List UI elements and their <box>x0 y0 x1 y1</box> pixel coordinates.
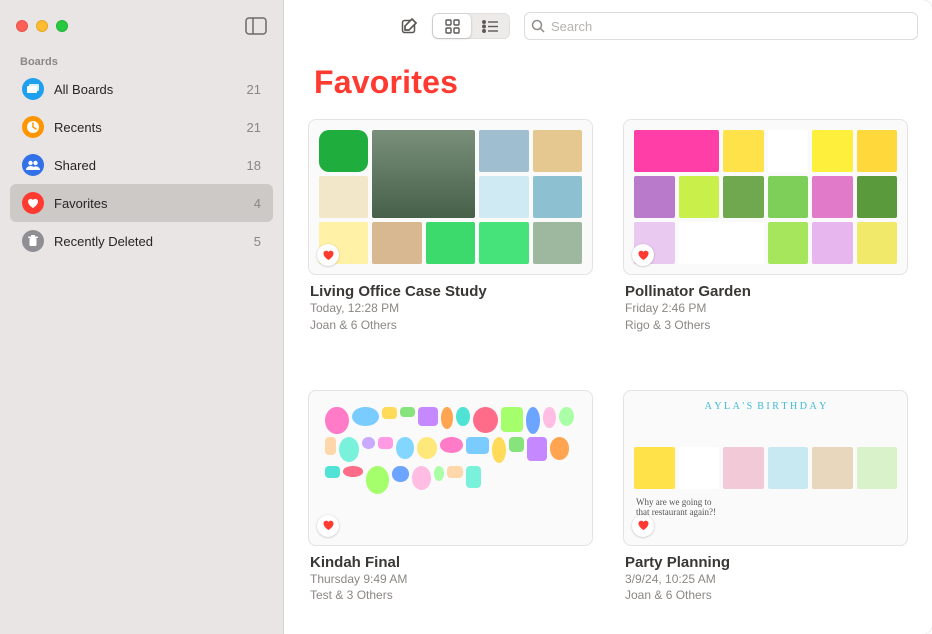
board-title: Kindah Final <box>310 554 591 571</box>
search-input[interactable] <box>551 19 911 34</box>
heart-icon <box>637 249 650 262</box>
board-title: Pollinator Garden <box>625 283 906 300</box>
board-card: Kindah Final Thursday 9:49 AM Test & 3 O… <box>308 390 593 605</box>
board-meta: Kindah Final Thursday 9:49 AM Test & 3 O… <box>308 546 593 605</box>
compose-button[interactable] <box>392 13 426 39</box>
zoom-window-button[interactable] <box>56 20 68 32</box>
sidebar-item-label: Shared <box>54 158 237 173</box>
board-thumbnail[interactable] <box>308 119 593 275</box>
heart-icon <box>322 519 335 532</box>
sidebar-item-shared[interactable]: Shared 18 <box>10 146 273 184</box>
sidebar-item-all-boards[interactable]: All Boards 21 <box>10 70 273 108</box>
sidebar-item-count: 21 <box>247 82 261 97</box>
close-window-button[interactable] <box>16 20 28 32</box>
shared-icon <box>22 154 44 176</box>
board-card: Living Office Case Study Today, 12:28 PM… <box>308 119 593 334</box>
sidebar-item-count: 4 <box>254 196 261 211</box>
board-title: Living Office Case Study <box>310 283 591 300</box>
board-date: Thursday 9:49 AM <box>310 571 591 588</box>
board-thumbnail[interactable] <box>308 390 593 546</box>
board-meta: Pollinator Garden Friday 2:46 PM Rigo & … <box>623 275 908 334</box>
sidebar-item-count: 5 <box>254 234 261 249</box>
favorite-badge[interactable] <box>632 515 654 537</box>
board-card: A Y L A ' S B I R T H D A Y Why are we g… <box>623 390 908 605</box>
board-people: Joan & 6 Others <box>310 317 591 334</box>
board-thumbnail[interactable] <box>623 119 908 275</box>
sidebar-item-favorites[interactable]: Favorites 4 <box>10 184 273 222</box>
board-card: Pollinator Garden Friday 2:46 PM Rigo & … <box>623 119 908 334</box>
sidebar-nav: All Boards 21 Recents 21 Shared 18 Favor… <box>0 70 283 260</box>
favorites-icon <box>22 192 44 214</box>
favorite-badge[interactable] <box>317 515 339 537</box>
heart-icon <box>637 519 650 532</box>
list-view-button[interactable] <box>471 14 509 38</box>
sidebar-item-label: All Boards <box>54 82 237 97</box>
grid-view-button[interactable] <box>433 14 471 38</box>
heart-icon <box>322 249 335 262</box>
view-mode-segment <box>432 13 510 39</box>
window-titlebar <box>0 0 283 52</box>
minimize-window-button[interactable] <box>36 20 48 32</box>
favorite-badge[interactable] <box>632 244 654 266</box>
board-meta: Party Planning 3/9/24, 10:25 AM Joan & 6… <box>623 546 908 605</box>
search-icon <box>531 19 545 33</box>
board-grid: Living Office Case Study Today, 12:28 PM… <box>308 119 908 604</box>
board-meta: Living Office Case Study Today, 12:28 PM… <box>308 275 593 334</box>
page-title: Favorites <box>308 52 908 119</box>
board-people: Rigo & 3 Others <box>625 317 906 334</box>
board-people: Joan & 6 Others <box>625 587 906 604</box>
board-date: 3/9/24, 10:25 AM <box>625 571 906 588</box>
sidebar-item-recents[interactable]: Recents 21 <box>10 108 273 146</box>
sidebar-item-label: Recents <box>54 120 237 135</box>
toolbar <box>284 0 932 52</box>
sidebar-item-deleted[interactable]: Recently Deleted 5 <box>10 222 273 260</box>
board-title: Party Planning <box>625 554 906 571</box>
deleted-icon <box>22 230 44 252</box>
board-date: Today, 12:28 PM <box>310 300 591 317</box>
main-panel: Favorites Living Office Case Study Today… <box>284 0 932 634</box>
sidebar-item-count: 21 <box>247 120 261 135</box>
board-thumbnail[interactable]: A Y L A ' S B I R T H D A Y Why are we g… <box>623 390 908 546</box>
all-boards-icon <box>22 78 44 100</box>
sidebar-item-label: Recently Deleted <box>54 234 244 249</box>
sidebar-item-count: 18 <box>247 158 261 173</box>
favorite-badge[interactable] <box>317 244 339 266</box>
board-date: Friday 2:46 PM <box>625 300 906 317</box>
board-people: Test & 3 Others <box>310 587 591 604</box>
recents-icon <box>22 116 44 138</box>
sidebar: Boards All Boards 21 Recents 21 Shared 1… <box>0 0 284 634</box>
sidebar-section-header: Boards <box>0 52 283 70</box>
content-area: Favorites Living Office Case Study Today… <box>284 52 932 634</box>
search-field[interactable] <box>524 12 918 40</box>
toggle-sidebar-button[interactable] <box>245 17 267 35</box>
sidebar-item-label: Favorites <box>54 196 244 211</box>
